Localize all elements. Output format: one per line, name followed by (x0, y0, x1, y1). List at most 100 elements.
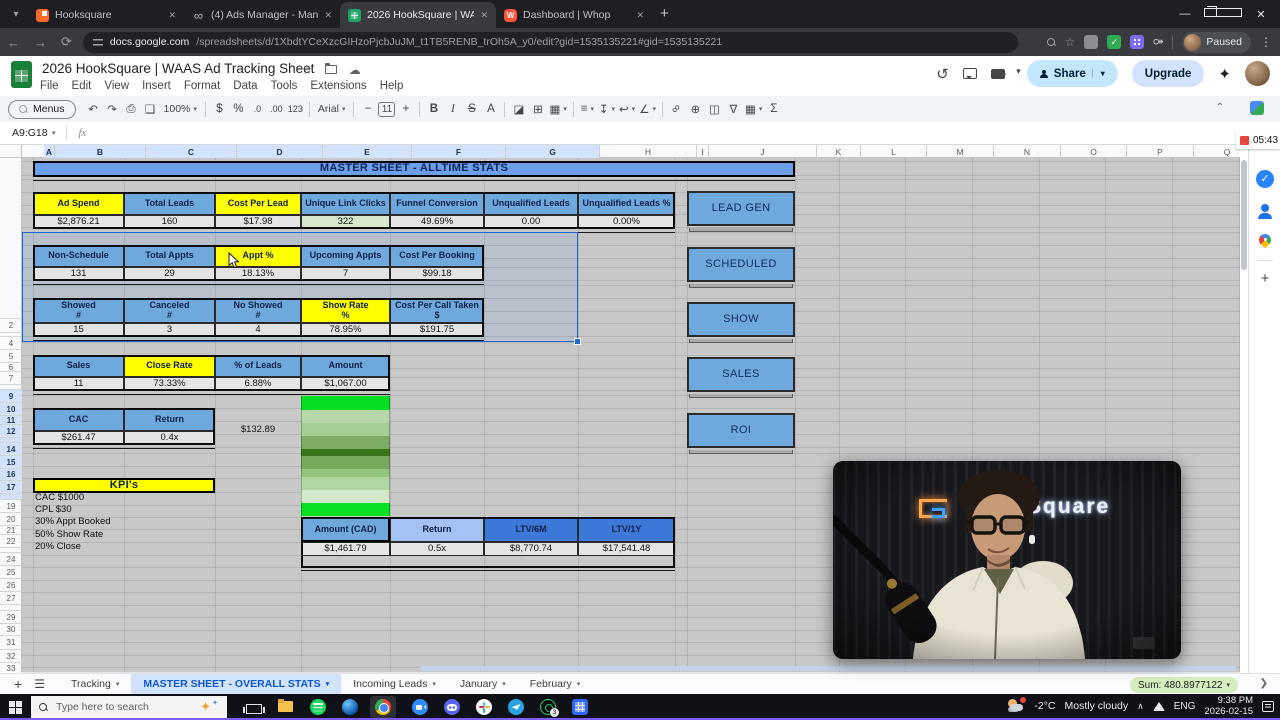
sheet-tab[interactable]: MASTER SHEET - OVERALL STATS (131, 673, 342, 695)
calculator-icon[interactable] (572, 699, 588, 715)
selection-fill-handle[interactable] (574, 338, 581, 345)
10[interactable]: 10 (0, 403, 22, 416)
number-format-icon[interactable]: 123 (286, 100, 305, 119)
21[interactable]: 21 (0, 526, 22, 535)
extension-icon-3[interactable] (1130, 35, 1145, 49)
column-header[interactable]: E (323, 145, 412, 158)
print-icon[interactable]: ⎙ (122, 100, 141, 119)
16[interactable]: 16 (0, 469, 22, 481)
menu-item[interactable]: Data (233, 80, 257, 92)
add-addon-icon[interactable]: + (1256, 270, 1274, 288)
zoom-page-icon[interactable] (1046, 37, 1056, 47)
decrease-font-size-button[interactable]: − (358, 100, 377, 119)
add-sheet-icon[interactable]: + (14, 676, 22, 692)
restore-button[interactable] (1204, 6, 1242, 20)
sheet-tab[interactable]: Tracking (59, 674, 131, 695)
taskbar-search-input[interactable]: Type here to search ✦ ✦ (31, 696, 227, 718)
27[interactable]: 27 (0, 592, 22, 605)
fill-color-icon[interactable]: ◪ (509, 100, 528, 119)
32[interactable]: 32 (0, 650, 22, 663)
app-orb-icon[interactable] (342, 699, 358, 715)
extensions-puzzle-icon[interactable]: ⚩ (1153, 35, 1163, 49)
column-header[interactable]: D (237, 145, 323, 158)
column-header[interactable]: K (817, 145, 861, 158)
recording-timer[interactable]: 05:43 (1236, 131, 1280, 149)
22[interactable]: 22 (0, 535, 22, 548)
forward-icon[interactable]: → (34, 35, 47, 50)
column-header[interactable]: P (1127, 145, 1194, 158)
start-button-icon[interactable] (9, 700, 22, 714)
column-header[interactable]: J (709, 145, 817, 158)
increase-font-size-button[interactable]: + (396, 100, 415, 119)
undo-icon[interactable]: ↶ (84, 100, 103, 119)
column-header[interactable]: H (600, 145, 697, 158)
20[interactable]: 20 (0, 513, 22, 526)
sheet-tab[interactable]: January (448, 674, 518, 695)
temperature[interactable]: -2°C (1034, 700, 1055, 712)
weather-icon[interactable] (1007, 697, 1027, 713)
share-dropdown-icon[interactable]: ▾ (1091, 69, 1105, 78)
menu-item[interactable]: Help (380, 80, 404, 92)
spotify-icon[interactable] (310, 699, 326, 715)
cloud-status-icon[interactable]: ☁ (349, 63, 361, 77)
column-header[interactable]: G (506, 145, 600, 158)
vertical-align-icon[interactable]: ↧ (597, 100, 617, 119)
9[interactable]: 9 (0, 390, 22, 403)
text-rotation-icon[interactable]: ∠ (637, 100, 658, 119)
zoom-app-icon[interactable] (412, 699, 428, 715)
menu-item[interactable]: Extensions (310, 80, 366, 92)
bold-icon[interactable]: B (424, 100, 443, 119)
menu-item[interactable]: Format (184, 80, 220, 92)
name-box[interactable]: A9:G18 (0, 127, 52, 139)
extension-icon-1[interactable] (1084, 35, 1099, 49)
paint-format-icon[interactable]: ❏ (141, 100, 160, 119)
recording-stop-icon[interactable] (1240, 135, 1249, 145)
7[interactable]: 7 (0, 372, 22, 385)
15[interactable]: 15 (0, 456, 22, 469)
chrome-taskbar-highlight[interactable] (370, 696, 396, 718)
24[interactable]: 24 (0, 553, 22, 566)
tab-close-icon[interactable]: ✕ (168, 10, 176, 21)
back-icon[interactable]: ← (7, 35, 20, 50)
browser-tab[interactable]: ∞ (4) Ads Manager - Manage ads ✕ (184, 2, 340, 28)
menu-item[interactable]: View (104, 80, 129, 92)
star-icon[interactable]: ☆ (302, 63, 313, 77)
12[interactable]: 12 (0, 425, 22, 438)
14[interactable]: 14 (0, 443, 22, 456)
19[interactable]: 19 (0, 500, 22, 513)
insert-link-icon[interactable]: ∞ (667, 100, 686, 119)
profile-chip[interactable]: Paused (1182, 31, 1251, 53)
menu-item[interactable]: Edit (72, 80, 92, 92)
slack-icon[interactable] (476, 699, 492, 715)
all-sheets-icon[interactable]: ☰ (34, 677, 45, 691)
create-filter-icon[interactable]: ∇ (724, 100, 743, 119)
insert-comment-icon[interactable]: ⊕ (686, 100, 705, 119)
name-box-dropdown-icon[interactable]: ▾ (52, 129, 56, 137)
merge-cells-icon[interactable]: ▦ (547, 100, 568, 119)
hidden-icons-chevron[interactable]: ∧ (1137, 701, 1144, 712)
menu-item[interactable]: Insert (142, 80, 171, 92)
chrome-icon[interactable] (375, 699, 391, 715)
strikethrough-icon[interactable]: S (462, 100, 481, 119)
bookmark-star-icon[interactable]: ☆ (1065, 35, 1076, 49)
column-header[interactable]: I (697, 145, 709, 158)
move-folder-icon[interactable] (324, 63, 337, 74)
close-button[interactable]: ✕ (1242, 8, 1280, 21)
horizontal-scrollbar[interactable] (420, 666, 1236, 671)
vertical-scrollbar[interactable] (1241, 160, 1247, 270)
font-select[interactable]: Arial (314, 100, 350, 119)
text-wrap-icon[interactable]: ↩ (617, 100, 637, 119)
horizontal-align-icon[interactable]: ≡ (578, 100, 597, 119)
browser-menu-icon[interactable]: ⋮ (1260, 35, 1272, 49)
column-header[interactable]: N (994, 145, 1061, 158)
17[interactable]: 17 (0, 481, 22, 494)
increase-decimal-icon[interactable]: .00 (267, 100, 286, 119)
text-color-icon[interactable]: A (481, 100, 500, 119)
url-input[interactable]: docs.google.com/spreadsheets/d/1XbdtYCeX… (82, 31, 1018, 53)
26[interactable]: 26 (0, 579, 22, 592)
column-header[interactable]: B (55, 145, 146, 158)
menu-item[interactable]: Tools (271, 80, 298, 92)
share-button[interactable]: Share ▾ (1026, 60, 1118, 87)
tab-close-icon[interactable]: ✕ (480, 10, 488, 21)
redo-icon[interactable]: ↷ (103, 100, 122, 119)
